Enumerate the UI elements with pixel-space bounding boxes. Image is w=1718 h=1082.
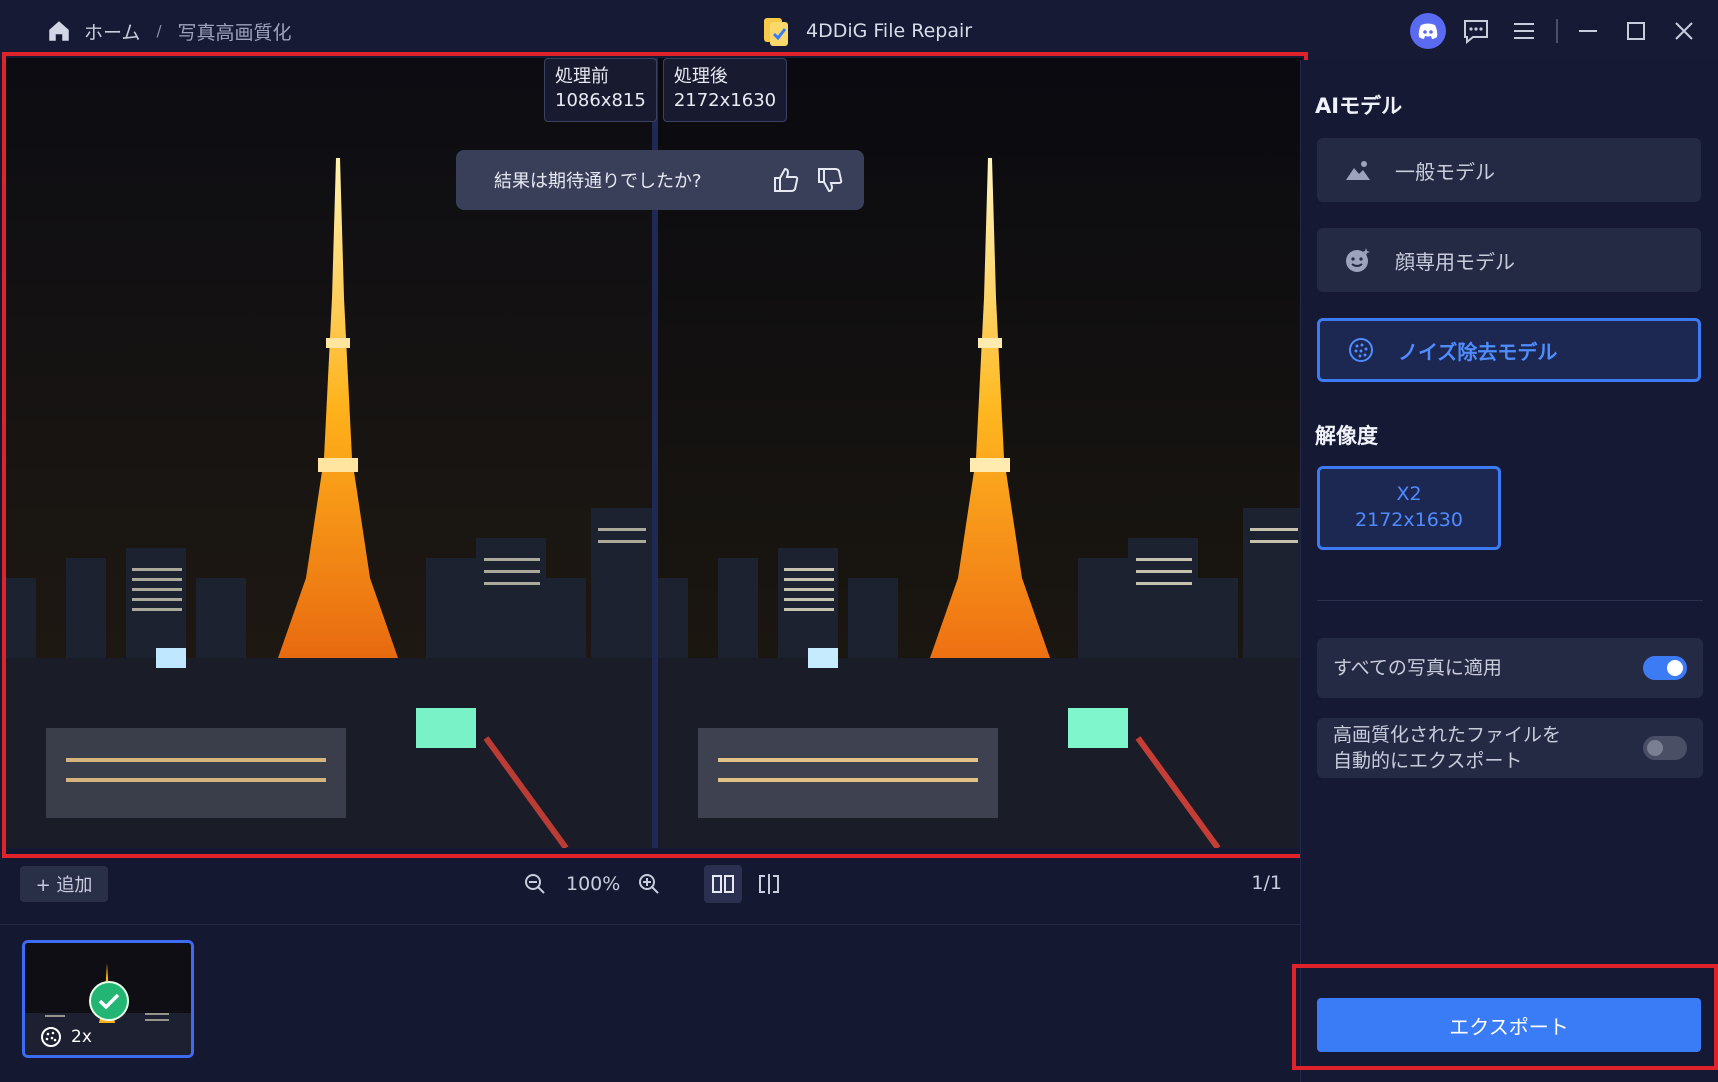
thumbs-up-icon	[774, 167, 799, 192]
thumbnail-scale-badge: 2x	[39, 1025, 92, 1049]
minimize-button[interactable]	[1570, 13, 1606, 49]
toggle-knob	[1667, 660, 1683, 676]
photo-thumbnail[interactable]: 2x	[22, 940, 194, 1058]
export-button[interactable]: エクスポート	[1317, 998, 1701, 1052]
before-label: 処理前 1086x815	[544, 58, 657, 122]
add-photo-button[interactable]: + 追加	[20, 866, 108, 902]
zoom-level: 100%	[566, 873, 621, 895]
denoise-icon	[1344, 333, 1378, 367]
breadcrumb-home[interactable]: ホーム	[84, 18, 140, 45]
processed-check-icon	[89, 981, 129, 1021]
model-denoise-label: ノイズ除去モデル	[1398, 339, 1558, 364]
side-by-side-view-button[interactable]	[704, 865, 742, 903]
model-general-button[interactable]: 一般モデル	[1317, 138, 1701, 202]
after-label-title: 処理後	[673, 66, 728, 87]
toggle-knob	[1647, 740, 1663, 756]
apply-all-label: すべての写真に適用	[1333, 657, 1502, 679]
window-controls	[1410, 12, 1718, 50]
resolution-scale: X2	[1396, 483, 1422, 505]
thumbnail-scale-text: 2x	[71, 1027, 92, 1047]
zoom-in-icon	[639, 874, 660, 894]
split-slider-view-button[interactable]	[750, 865, 788, 903]
side-by-side-icon	[712, 875, 734, 893]
app-title: 4DDiG File Repair	[762, 16, 972, 46]
model-face-button[interactable]: 顔専用モデル	[1317, 228, 1701, 292]
zoom-out-icon	[525, 874, 545, 894]
thumbs-down-button[interactable]	[814, 164, 846, 196]
model-general-label: 一般モデル	[1395, 159, 1495, 184]
after-label: 処理後 2172x1630	[662, 58, 788, 122]
app-window: ホーム / 写真高画質化 4DDiG File Repair 処理前 1086x…	[0, 0, 1718, 1082]
result-feedback-popup: 結果は期待通りでしたか?	[456, 150, 864, 210]
maximize-button[interactable]	[1618, 13, 1654, 49]
feedback-question: 結果は期待通りでしたか?	[494, 171, 702, 192]
before-label-title: 処理前	[555, 66, 609, 87]
compare-viewer[interactable]: 処理前 1086x815 処理後 2172x1630 結果は期待通りでしたか?	[6, 58, 1302, 848]
panel-divider	[1317, 600, 1703, 601]
viewer-toolbar: + 追加 100% 1/1	[0, 852, 1300, 918]
feedback-chat-button[interactable]	[1458, 13, 1494, 49]
discord-icon	[1410, 13, 1446, 49]
app-logo-icon	[764, 18, 788, 46]
resolution-size: 2172x1630	[1355, 509, 1463, 531]
thumbs-up-button[interactable]	[770, 164, 802, 196]
model-face-label: 顔専用モデル	[1395, 249, 1515, 274]
maximize-icon	[1627, 22, 1645, 40]
toolbar-divider	[0, 924, 1300, 925]
title-bar: ホーム / 写真高画質化 4DDiG File Repair	[0, 0, 1718, 60]
close-icon	[1675, 22, 1693, 40]
ai-model-title: AIモデル	[1315, 94, 1403, 118]
discord-button[interactable]	[1410, 13, 1446, 49]
apply-all-option: すべての写真に適用	[1317, 638, 1703, 698]
resolution-x2-button[interactable]: X2 2172x1630	[1317, 466, 1501, 550]
model-denoise-button[interactable]: ノイズ除去モデル	[1317, 318, 1701, 382]
app-title-text: 4DDiG File Repair	[806, 20, 973, 42]
auto-export-toggle[interactable]	[1643, 736, 1687, 760]
before-label-size: 1086x815	[555, 90, 646, 111]
apply-all-toggle[interactable]	[1643, 656, 1687, 680]
breadcrumb: ホーム / 写真高画質化	[46, 16, 292, 46]
menu-button[interactable]	[1506, 13, 1542, 49]
chat-icon	[1464, 20, 1488, 44]
minimize-icon	[1579, 30, 1597, 32]
landscape-icon	[1341, 153, 1375, 187]
auto-export-option: 高画質化されたファイルを 自動的にエクスポート	[1317, 718, 1703, 778]
settings-panel: AIモデル 一般モデル 顔専用モデル ノイズ除去モデル 解像度 X2 2172x…	[1300, 60, 1718, 1082]
page-counter: 1/1	[1251, 872, 1282, 894]
view-mode-controls	[704, 864, 796, 904]
close-button[interactable]	[1666, 13, 1702, 49]
denoise-icon	[41, 1027, 61, 1047]
zoom-controls: 100%	[520, 864, 664, 904]
breadcrumb-separator: /	[156, 22, 162, 40]
after-label-size: 2172x1630	[673, 90, 777, 111]
hamburger-menu-icon	[1514, 23, 1534, 39]
split-view-icon	[759, 874, 779, 894]
zoom-in-button[interactable]	[634, 869, 664, 899]
thumbs-down-icon	[818, 168, 843, 193]
face-icon	[1341, 243, 1375, 277]
compare-labels: 処理前 1086x815 処理後 2172x1630	[544, 58, 793, 122]
breadcrumb-current: 写真高画質化	[177, 21, 292, 44]
zoom-out-button[interactable]	[520, 869, 550, 899]
home-icon[interactable]	[46, 18, 72, 44]
resolution-title: 解像度	[1315, 424, 1378, 448]
titlebar-divider	[1556, 19, 1558, 43]
